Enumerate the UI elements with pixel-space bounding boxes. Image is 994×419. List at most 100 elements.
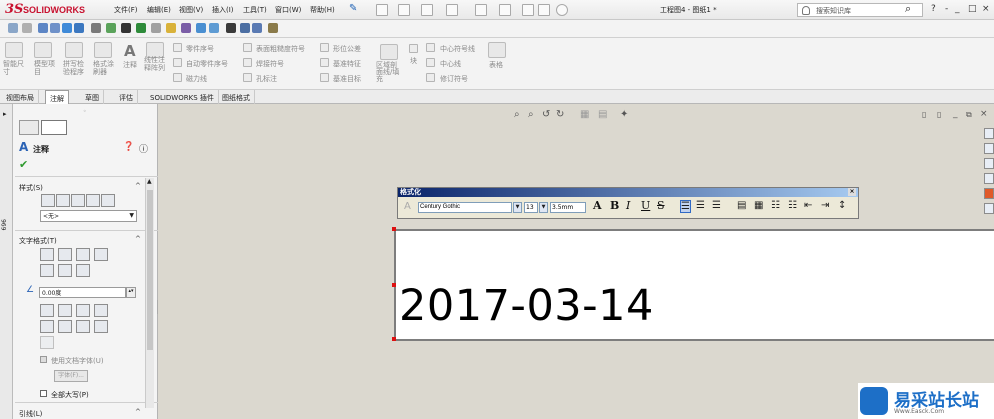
select-icon[interactable] (499, 4, 511, 16)
help-dropdown[interactable]: - (945, 4, 948, 14)
panel-grip-icon[interactable]: ◦ (83, 108, 87, 115)
collapse-text-format-icon[interactable]: ^ (135, 235, 141, 243)
resources-icon[interactable] (984, 143, 994, 154)
angle-input[interactable]: 0.00度 (39, 287, 126, 298)
resize-handle-top-left[interactable] (392, 227, 396, 231)
hide-show-items-icon[interactable]: ✦ (620, 109, 628, 120)
custom-properties-icon[interactable] (984, 203, 994, 214)
doc-restore-icon[interactable]: ⧉ (966, 110, 972, 120)
text-format-section-label[interactable]: 文字格式(T) (19, 236, 57, 246)
valign-top-icon[interactable] (40, 264, 54, 277)
bold-button[interactable]: B (610, 199, 619, 212)
datum-target-label[interactable]: 基准目标 (333, 74, 361, 84)
revision-symbol-label[interactable]: 修订符号 (440, 74, 468, 84)
section-view-icon[interactable]: ▦ (580, 109, 589, 120)
binoculars-icon[interactable] (209, 23, 219, 33)
menu-edit[interactable]: 编辑(E) (147, 5, 171, 15)
add-symbol-icon[interactable] (76, 304, 90, 317)
smart-dimension-label[interactable]: 智能尺 寸 (3, 60, 24, 76)
display-style-icon[interactable]: ▤ (598, 109, 607, 120)
auto-balloon-icon[interactable] (173, 58, 182, 67)
font-button[interactable]: 字体(F)... (54, 370, 88, 382)
surface-finish-icon[interactable] (243, 43, 252, 52)
layer-icon[interactable] (181, 23, 191, 33)
solidworks-logo[interactable]: 3S SOLIDWORKS (3, 2, 95, 18)
rotate-view-icon[interactable]: ↻ (556, 109, 564, 120)
tab-view-layout[interactable]: 视图布局 (2, 90, 39, 104)
model-items-icon[interactable] (34, 42, 52, 58)
note-date-text[interactable]: 2017-03-14 (399, 281, 654, 331)
tables-icon[interactable] (488, 42, 506, 58)
zoom-icon[interactable] (196, 23, 206, 33)
options-gear-icon[interactable] (556, 4, 568, 16)
globe-icon[interactable] (62, 23, 72, 33)
pin-icon[interactable]: ✎ (349, 3, 357, 14)
insert-hyperlink-icon[interactable] (40, 304, 54, 317)
help-icon[interactable]: ❓ (123, 142, 134, 152)
surface-finish-label[interactable]: 表面粗糙度符号 (256, 44, 305, 54)
hole-callout-icon[interactable] (243, 73, 252, 82)
geometric-tolerance-icon[interactable] (320, 43, 329, 52)
align-left-button[interactable]: ☰ (680, 200, 691, 213)
format-dialog-title[interactable]: 格式化 × (398, 188, 858, 197)
align-right-button[interactable]: ☰ (712, 200, 721, 211)
spell-check-icon[interactable] (65, 42, 83, 58)
font-family-select[interactable]: Century Gothic (418, 202, 512, 213)
dimension-icon[interactable] (8, 23, 18, 33)
centerline-icon[interactable] (426, 58, 435, 67)
balloon-label[interactable]: 零件序号 (186, 44, 214, 54)
blocks-icon[interactable] (409, 44, 418, 53)
left-collapse-strip[interactable]: ▸ 696 (0, 104, 13, 419)
table-insert-icon[interactable] (40, 336, 54, 349)
bom-icon[interactable] (268, 23, 278, 33)
align-right-icon[interactable] (76, 248, 90, 261)
gear-icon[interactable] (91, 23, 101, 33)
grid-icon[interactable] (151, 23, 161, 33)
balloon-icon[interactable] (173, 43, 182, 52)
undo-icon[interactable] (475, 4, 487, 16)
design-library-icon[interactable] (984, 158, 994, 169)
sheet-icon[interactable] (38, 23, 48, 33)
magnetic-line-icon[interactable] (173, 73, 182, 82)
zoom-to-fit-icon[interactable]: ⌕ (514, 109, 520, 120)
style-select[interactable]: <无> ▼ (40, 210, 137, 222)
line-spacing-button[interactable]: ↕ (838, 200, 846, 211)
format-painter-label[interactable]: 格式涂 刷器 (93, 60, 114, 76)
minimize-button[interactable]: _ (955, 4, 960, 14)
datum-target-icon[interactable] (320, 73, 329, 82)
file-explorer-icon[interactable] (984, 173, 994, 184)
valign-middle-icon[interactable] (58, 264, 72, 277)
funnel-icon[interactable] (121, 23, 131, 33)
centerline-label[interactable]: 中心线 (440, 59, 461, 69)
bullets-button[interactable]: ☷ (771, 200, 780, 211)
resize-handle-middle-left[interactable] (392, 283, 396, 287)
linear-note-pattern-label[interactable]: 线性注 释阵列 (144, 56, 165, 72)
center-mark-label[interactable]: 中心符号线 (440, 44, 475, 54)
fit-text-button[interactable]: ▤ (737, 200, 746, 211)
menu-view[interactable]: 视图(V) (179, 5, 203, 15)
close-icon[interactable]: × (848, 188, 856, 196)
stack-note-icon[interactable] (94, 320, 108, 333)
datum-feature-icon[interactable] (320, 58, 329, 67)
image-icon[interactable] (252, 23, 262, 33)
previous-view-icon[interactable]: ↺ (542, 109, 550, 120)
geometric-tolerance-label[interactable]: 形位公差 (333, 44, 361, 54)
delete-style-icon[interactable] (71, 194, 85, 207)
italic-button[interactable]: I (626, 199, 630, 212)
underline-button[interactable]: U (641, 199, 650, 212)
leader-section-label[interactable]: 引线(L) (19, 409, 42, 419)
model-items-label[interactable]: 模型项 目 (34, 60, 55, 76)
menu-window[interactable]: 窗口(W) (275, 5, 301, 15)
menu-file[interactable]: 文件(F) (114, 5, 138, 15)
font-height-input[interactable]: 3.5mm (550, 202, 586, 213)
spell-check-label[interactable]: 拼写检 验程序 (63, 60, 84, 76)
lock-unlock-symbol-icon[interactable] (94, 304, 108, 317)
close-button[interactable]: × (982, 4, 990, 14)
stack-button[interactable]: ▦ (754, 200, 763, 211)
help-button[interactable]: ? (931, 4, 936, 14)
area-hatch-icon[interactable] (380, 44, 398, 60)
viewport-tile-icon[interactable]: ▯ (937, 110, 941, 119)
scroll-thumb[interactable] (147, 190, 153, 350)
collapse-style-icon[interactable]: ^ (135, 182, 141, 190)
new-document-icon[interactable] (376, 4, 388, 16)
